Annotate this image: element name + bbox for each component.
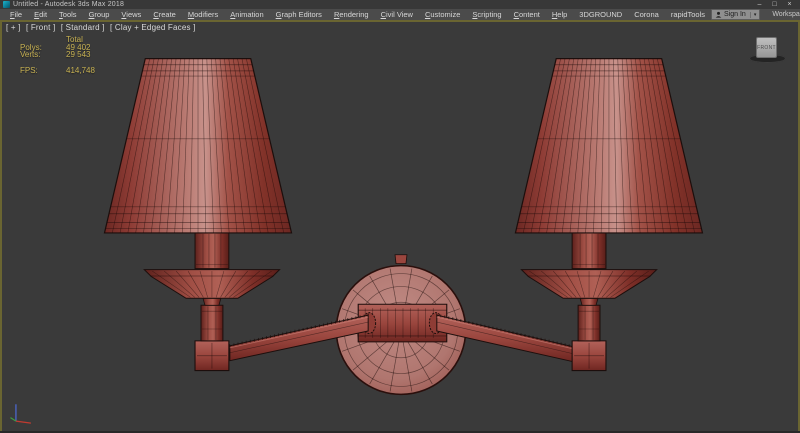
window-controls: – □ × [752,0,797,9]
menu-item-rapidtools[interactable]: rapidTools [665,10,711,19]
menu-item-group[interactable]: Group [83,10,116,19]
minimize-button[interactable]: – [752,0,767,9]
menu-bar: File Edit Tools Group Views Create Modif… [0,9,800,20]
user-icon [715,11,722,18]
stats-verts-value: 29 543 [66,51,95,59]
viewport[interactable]: [ + ] [ Front ] [ Standard ] [ Clay + Ed… [0,20,800,433]
sign-in-button[interactable]: Sign In ▾ [711,9,760,20]
menu-item-civil-view[interactable]: Civil View [375,10,419,19]
menu-item-tools[interactable]: Tools [53,10,83,19]
menu-item-content[interactable]: Content [508,10,546,19]
title-bar: Untitled - Autodesk 3ds Max 2018 – □ × [0,0,800,9]
menu-item-modifiers[interactable]: Modifiers [182,10,224,19]
chevron-down-icon[interactable]: ▾ [750,12,757,18]
menu-item-customize[interactable]: Customize [419,10,466,19]
close-button[interactable]: × [782,0,797,9]
menu-item-help[interactable]: Help [546,10,573,19]
viewport-shading-menu[interactable]: [ Clay + Edged Faces ] [110,23,196,32]
viewport-perview-menu[interactable]: [ Standard ] [61,23,105,32]
menu-item-rendering[interactable]: Rendering [328,10,375,19]
menu-item-views[interactable]: Views [115,10,147,19]
scene-canvas[interactable] [2,22,798,431]
menu-item-file[interactable]: File [4,10,28,19]
menu-item-edit[interactable]: Edit [28,10,53,19]
stats-fps-value: 414,748 [66,67,95,75]
menu-item-3dground[interactable]: 3DGROUND [573,10,628,19]
stats-verts-label: Verts: [20,51,66,59]
viewport-label: [ + ] [ Front ] [ Standard ] [ Clay + Ed… [6,23,199,32]
stats-fps-label: FPS: [20,67,66,75]
window-title: Untitled - Autodesk 3ds Max 2018 [13,1,124,8]
viewcube-front-face[interactable]: FRONT [756,37,777,58]
3ds-max-logo-icon [3,1,10,8]
viewport-general-menu[interactable]: [ + ] [6,23,21,32]
menu-item-scripting[interactable]: Scripting [466,10,507,19]
sign-in-label: Sign In [724,11,746,18]
statistics-overlay: Total Polys: 49 402 Verts: 29 543 FPS: 4… [20,36,95,74]
menu-item-animation[interactable]: Animation [224,10,269,19]
menu-item-corona[interactable]: Corona [628,10,665,19]
workspaces-label: Workspaces: [772,11,800,18]
viewport-pov-menu[interactable]: [ Front ] [26,23,55,32]
viewcube[interactable]: FRONT [749,33,786,65]
maximize-button[interactable]: □ [767,0,782,9]
menu-item-create[interactable]: Create [147,10,182,19]
menu-item-graph-editors[interactable]: Graph Editors [270,10,328,19]
